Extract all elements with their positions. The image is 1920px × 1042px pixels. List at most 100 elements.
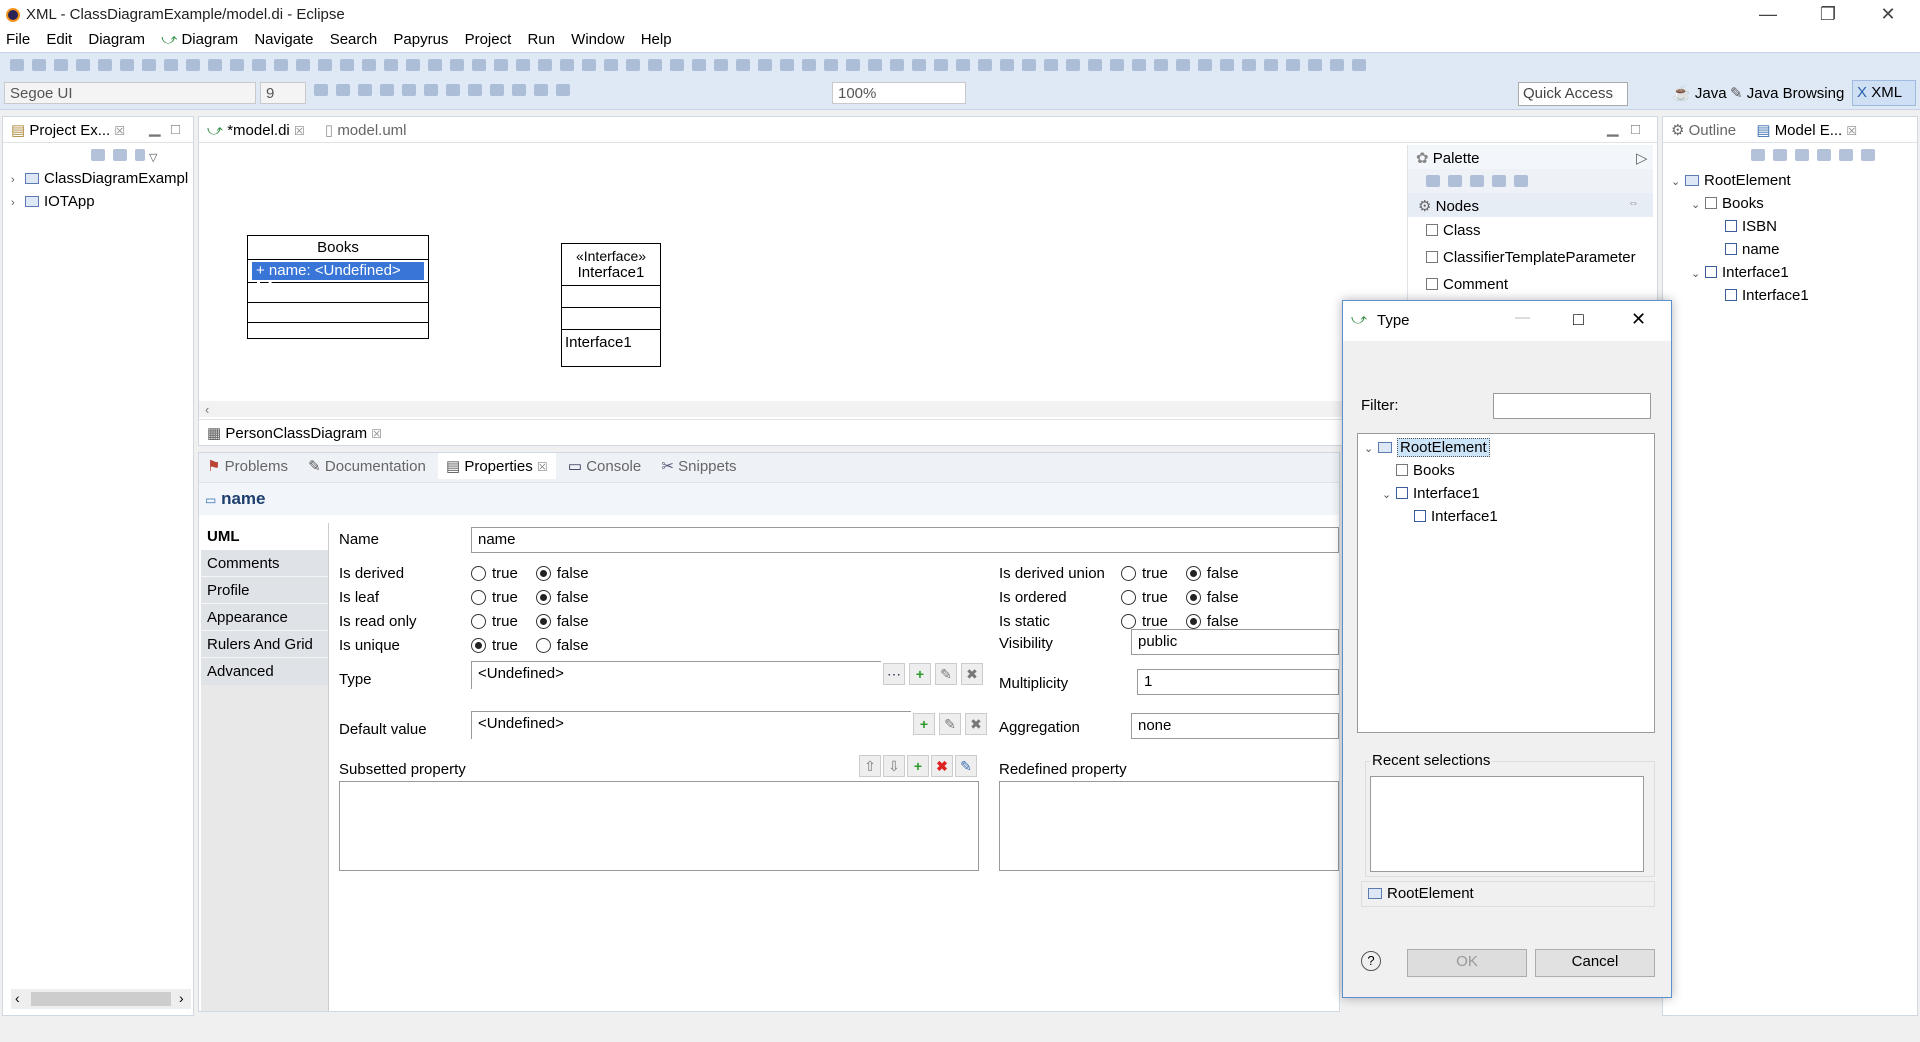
view-menu-icon[interactable] — [135, 149, 145, 161]
size-icon[interactable] — [556, 84, 570, 96]
italic-icon[interactable] — [336, 84, 350, 96]
tab-model-di[interactable]: ⤻ *model.di ☒ — [199, 118, 313, 143]
back-icon[interactable] — [1110, 59, 1124, 71]
select-tool-icon[interactable] — [1426, 175, 1440, 187]
name-field[interactable]: name — [471, 527, 1339, 553]
bold-icon[interactable] — [314, 84, 328, 96]
remove-subsetted-button[interactable]: ✖ — [931, 755, 953, 777]
close-tab-icon[interactable]: ☒ — [1846, 124, 1857, 138]
palette-collapse-icon[interactable]: ▷ — [1636, 149, 1648, 167]
menu-diagram-papyrus[interactable]: ⤻ Diagram — [155, 30, 244, 49]
minimize-button[interactable]: — — [1740, 0, 1796, 30]
route-icon[interactable] — [534, 84, 548, 96]
external-icon[interactable] — [494, 59, 508, 71]
radio-false[interactable]: false — [1185, 589, 1257, 606]
shape-icon[interactable] — [824, 59, 838, 71]
run-icon[interactable] — [450, 59, 464, 71]
expand-icon[interactable]: › — [11, 192, 25, 215]
radio-button-icon[interactable] — [535, 638, 551, 653]
tree-item[interactable]: Interface1 — [1358, 505, 1654, 528]
tab-properties[interactable]: ▤ Properties ☒ — [437, 453, 556, 479]
recent-selections-list[interactable] — [1370, 776, 1644, 872]
radio-false[interactable]: false — [1185, 565, 1257, 582]
side-tab-profile[interactable]: Profile — [201, 577, 328, 604]
menu-project[interactable]: Project — [459, 30, 518, 49]
grid-icon[interactable] — [340, 59, 354, 71]
tree-item[interactable]: name — [1663, 238, 1917, 261]
undo-icon[interactable] — [670, 59, 684, 71]
save-icon[interactable] — [32, 59, 46, 71]
browse-type-button[interactable]: ⋯ — [883, 663, 905, 685]
radio-button-icon[interactable] — [535, 566, 551, 581]
menu-help[interactable]: Help — [635, 30, 678, 49]
zoom-in-icon[interactable] — [1448, 175, 1462, 187]
debug-icon[interactable] — [1044, 59, 1058, 71]
line-color-icon[interactable] — [402, 84, 416, 96]
radio-button-icon[interactable] — [471, 566, 486, 581]
chevron-down-icon[interactable]: ⌄ — [1691, 263, 1705, 286]
close-window-button[interactable]: ✕ — [1860, 0, 1916, 30]
project-explorer-tab[interactable]: ▤ Project Ex... ☒ — [3, 117, 133, 143]
radio-button-icon[interactable] — [471, 614, 486, 629]
tree-item[interactable]: Interface1 — [1663, 284, 1917, 307]
scroll-thumb[interactable] — [31, 992, 171, 1006]
filter-icon[interactable] — [406, 59, 420, 71]
menu-edit[interactable]: Edit — [40, 30, 78, 49]
side-tab-rulers-grid[interactable]: Rulers And Grid — [201, 631, 328, 658]
redo-icon[interactable] — [1264, 59, 1278, 71]
save-all-icon[interactable] — [626, 59, 640, 71]
minimize-editor-icon[interactable]: ▁ — [1607, 119, 1619, 137]
radio-button-icon[interactable] — [1121, 566, 1136, 581]
radio-button-icon[interactable] — [535, 614, 551, 629]
scroll-right-icon[interactable]: › — [179, 990, 184, 1006]
note-tool-icon[interactable] — [1514, 175, 1528, 187]
menu-window[interactable]: Window — [565, 30, 630, 49]
close-tab-icon[interactable]: ☒ — [114, 124, 125, 138]
move-up-button[interactable]: ⇧ — [859, 755, 881, 777]
help-icon[interactable]: ? — [1361, 951, 1381, 971]
refresh-icon[interactable] — [1000, 59, 1014, 71]
radio-true[interactable]: true — [471, 589, 536, 606]
sort-icon[interactable] — [1839, 149, 1853, 161]
new-icon[interactable] — [10, 59, 24, 71]
multiplicity-field[interactable]: 1 — [1137, 669, 1339, 695]
arrange-icon[interactable] — [512, 84, 526, 96]
close-tab-icon[interactable]: ☒ — [537, 460, 548, 474]
chevron-down-icon[interactable]: ⌄ — [1364, 438, 1378, 461]
zoom-select[interactable]: 100% — [832, 82, 966, 104]
save-all-icon[interactable] — [54, 59, 68, 71]
horizontal-scrollbar[interactable]: ‹ › — [11, 989, 191, 1009]
maximize-editor-icon[interactable]: □ — [1631, 121, 1640, 138]
print-icon[interactable] — [76, 59, 90, 71]
dialog-minimize-button[interactable]: — — [1515, 309, 1530, 326]
select-icon[interactable] — [736, 59, 750, 71]
tree-item[interactable]: ⌄ Books — [1663, 192, 1917, 215]
perspective-java[interactable]: ☕ Java — [1672, 84, 1727, 102]
visibility-select[interactable]: public — [1131, 629, 1339, 655]
palette-drawer-nodes[interactable]: ⚙ Nodes ⇔ — [1408, 193, 1653, 217]
edit-default-button[interactable]: ✎ — [939, 713, 961, 735]
redo-icon[interactable] — [120, 59, 134, 71]
tree-item[interactable]: ⌄ RootElement — [1358, 436, 1654, 459]
search-icon[interactable] — [516, 59, 530, 71]
route-icon[interactable] — [274, 59, 288, 71]
move-down-button[interactable]: ⇩ — [883, 755, 905, 777]
tree-icon[interactable] — [1817, 149, 1831, 161]
side-tab-advanced[interactable]: Advanced — [201, 658, 328, 685]
menu-diagram[interactable]: Diagram — [82, 30, 151, 49]
distribute-icon[interactable] — [890, 59, 904, 71]
books-class-node[interactable]: Books + name: <Undefined> [1] — [247, 235, 429, 339]
tree-item[interactable]: ⌄ Interface1 — [1663, 261, 1917, 284]
tab-console[interactable]: ▭ Console — [560, 453, 649, 479]
shape-icon[interactable] — [252, 59, 266, 71]
default-value-field[interactable]: <Undefined> — [471, 711, 911, 739]
scroll-left-icon[interactable]: ‹ — [199, 402, 209, 417]
close-tab-icon[interactable]: ☒ — [294, 124, 305, 138]
quick-access-input[interactable]: Quick Access — [1518, 82, 1628, 106]
back-icon[interactable] — [538, 59, 552, 71]
menu-navigate[interactable]: Navigate — [248, 30, 319, 49]
radio-true[interactable]: true — [471, 565, 536, 582]
minimize-view-icon[interactable]: ▁ — [149, 119, 161, 137]
menu-search[interactable]: Search — [324, 30, 384, 49]
tree-item[interactable]: ⌄ Interface1 — [1358, 482, 1654, 505]
